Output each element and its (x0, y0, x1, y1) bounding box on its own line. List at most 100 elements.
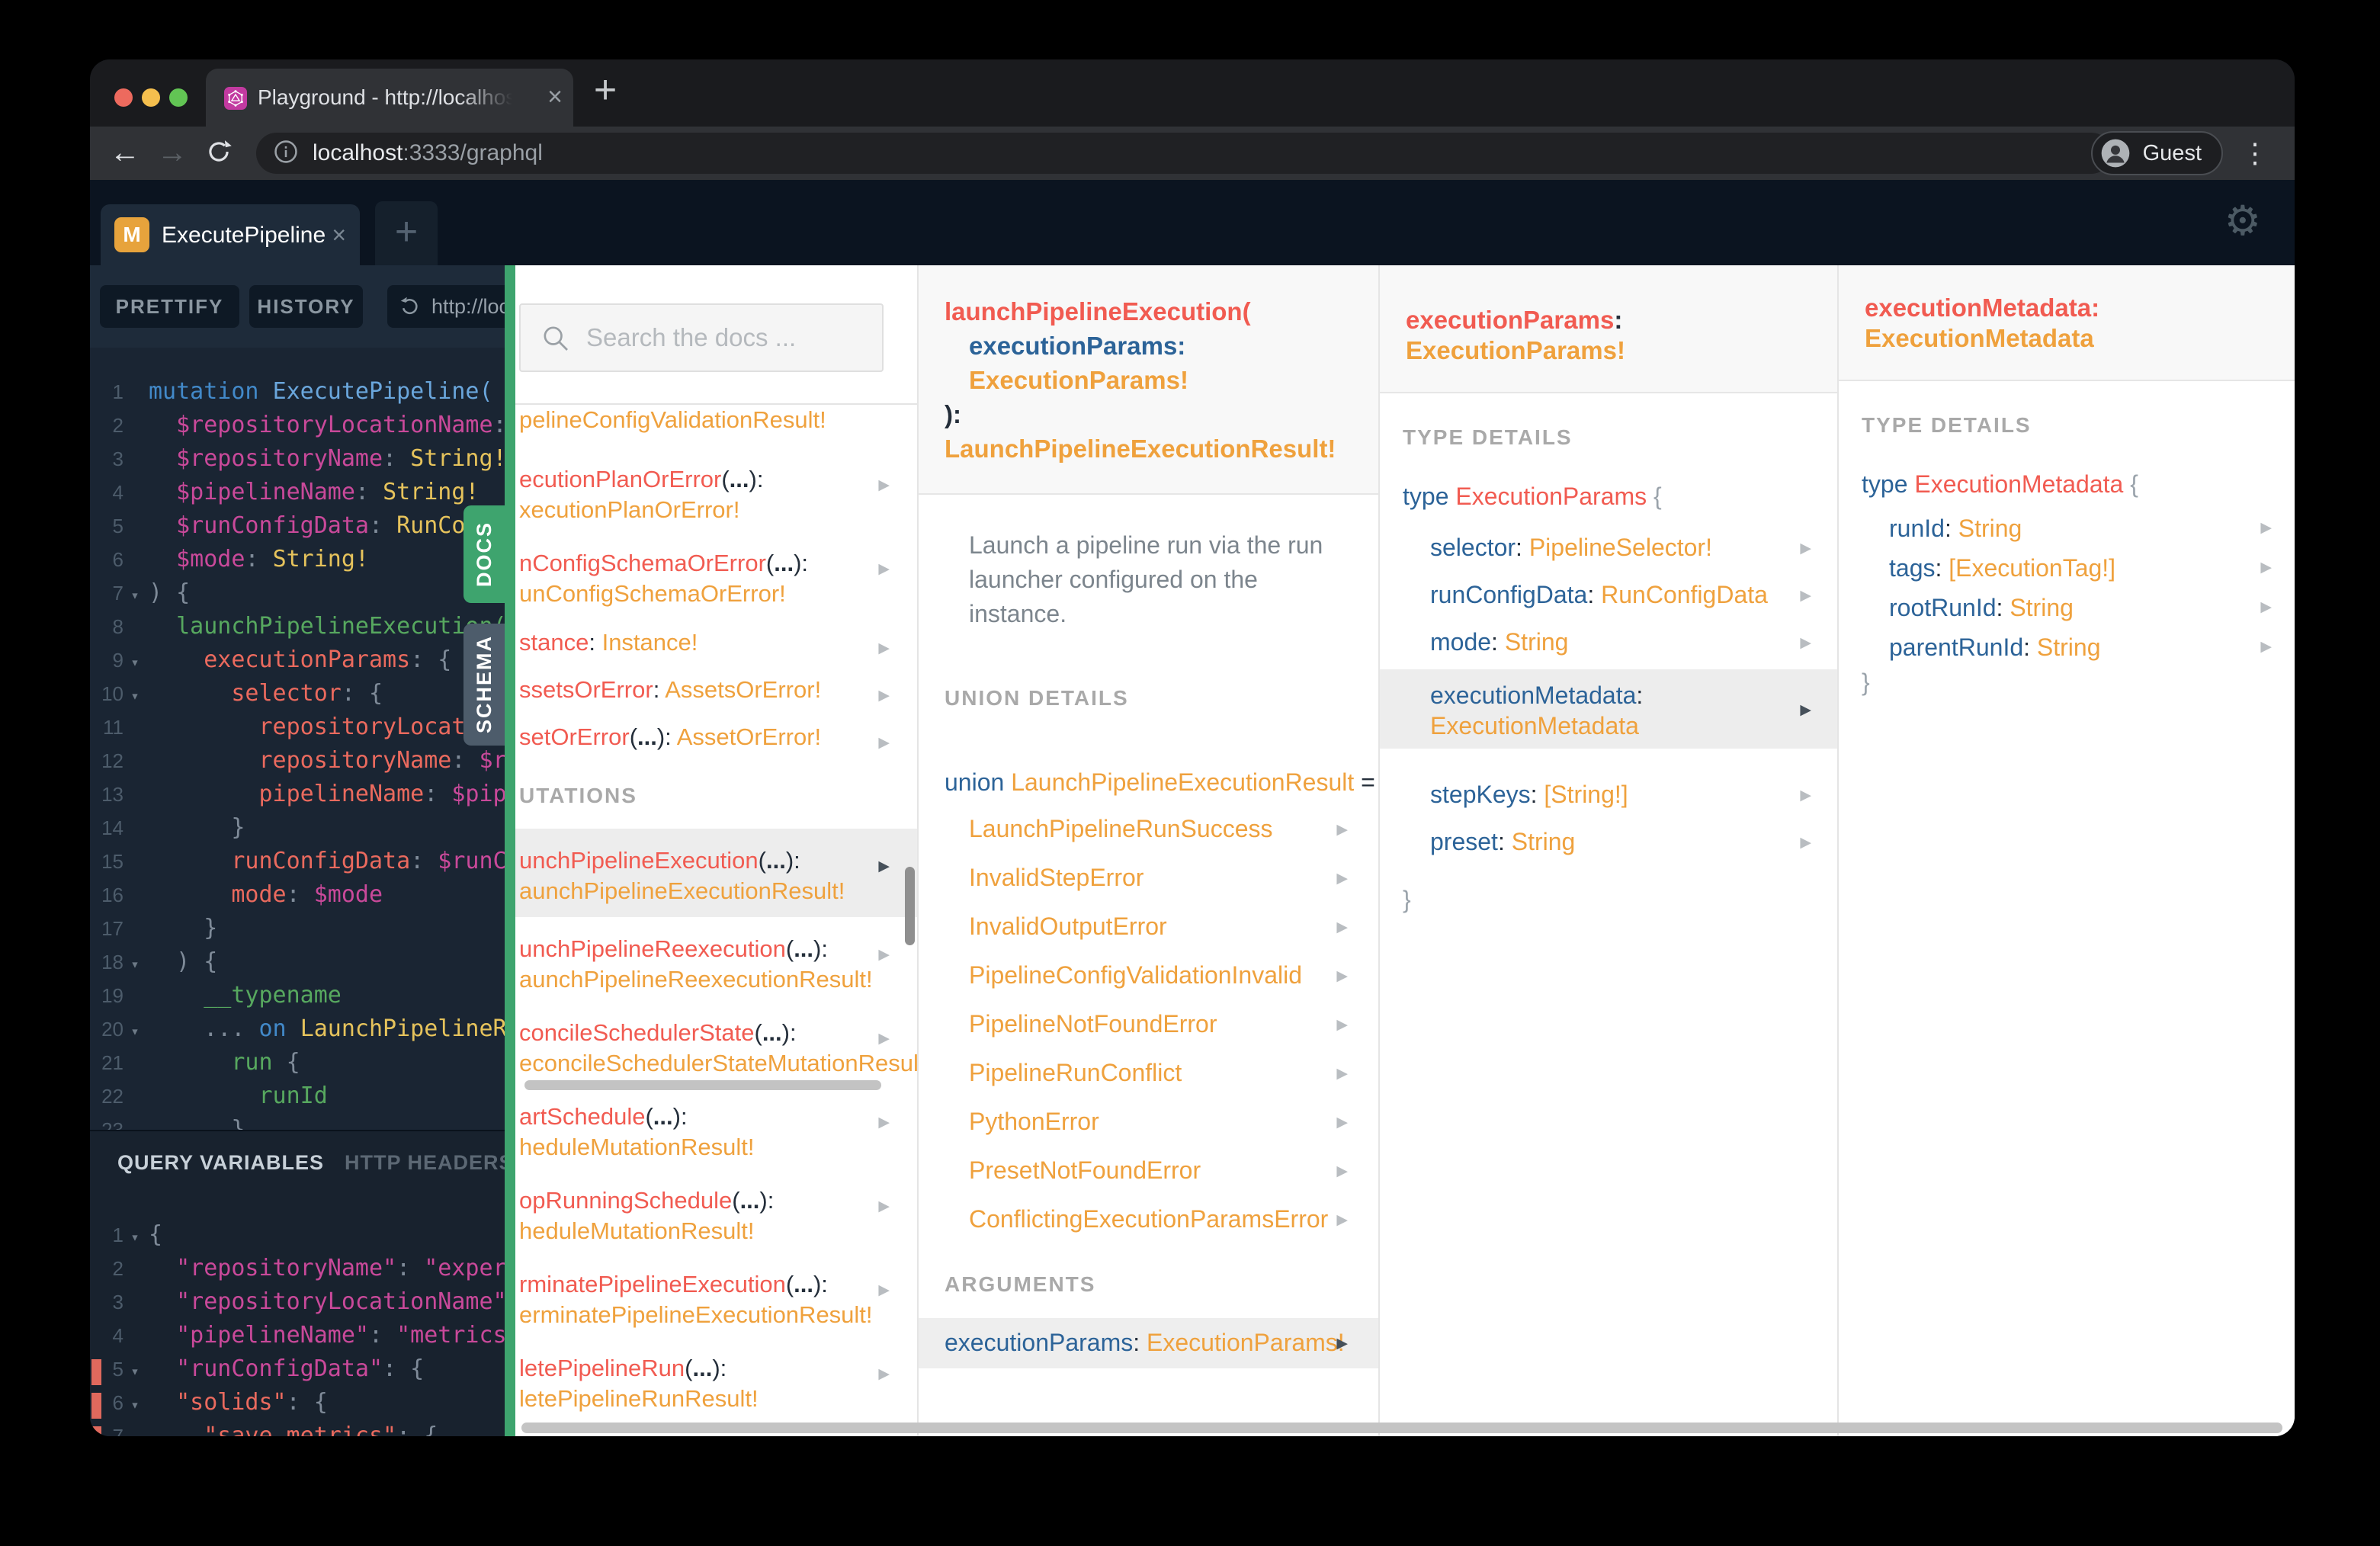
code-line[interactable]: 6 $mode: String! (90, 546, 505, 579)
traffic-light-zoom-button[interactable] (169, 88, 188, 107)
union-member-item[interactable]: InvalidOutputError ▶ (919, 905, 1378, 954)
profile-chip[interactable]: Guest (2090, 131, 2223, 175)
playground-tab-close-icon[interactable]: × (332, 221, 346, 249)
code-line[interactable]: 1 ▾{ (90, 1221, 505, 1255)
code-line[interactable]: 18 ▾ ) { (90, 948, 505, 982)
type-field-row[interactable]: mode: String ▶ (1380, 622, 1837, 669)
browser-tab[interactable]: Playground - http://localhost:3 × (206, 69, 573, 127)
docs-item[interactable]: concileSchedulerState(...): econcileSched… (515, 1001, 917, 1085)
tab-query-variables[interactable]: QUERY VARIABLES (117, 1151, 324, 1175)
query-editor[interactable]: 1 mutation ExecutePipeline(2 $repositoryL… (90, 348, 505, 1130)
code-line[interactable]: 5 $runConfigData: RunConfigData! (90, 512, 505, 546)
code-line[interactable]: 11 repositoryLocationName: $repositoryLo… (90, 714, 505, 747)
docs-item[interactable]: stance: Instance! ▶ (515, 615, 917, 662)
code-line[interactable]: 23 } (90, 1116, 505, 1130)
code-line[interactable]: 19 __typename (90, 982, 505, 1015)
code-line[interactable]: 15 runConfigData: $runConfigData (90, 848, 505, 881)
code-line[interactable]: 1 mutation ExecutePipeline( (90, 378, 505, 412)
code-line[interactable]: 5 ▾ "runConfigData": { (90, 1355, 505, 1389)
address-bar[interactable]: localhost:3333/graphql (256, 133, 2112, 174)
code-line[interactable]: 2 "repositoryName": "exper (90, 1255, 505, 1288)
union-member-item[interactable]: PresetNotFoundError ▶ (919, 1149, 1378, 1198)
union-member-item[interactable]: ConflictingExecutionParamsError ▶ (919, 1198, 1378, 1246)
union-member-item[interactable]: PipelineNotFoundError ▶ (919, 1002, 1378, 1051)
history-button[interactable]: HISTORY (249, 285, 363, 328)
endpoint-url-box[interactable]: http://loc (387, 285, 505, 328)
forward-button[interactable]: → (157, 136, 188, 169)
traffic-light-close-button[interactable] (114, 88, 133, 107)
docs-search-input[interactable] (586, 305, 876, 370)
field-signature-header: launchPipelineExecution(executionParams:… (919, 265, 1378, 495)
code-line[interactable]: 7▾ "save_metrics": { (90, 1423, 505, 1436)
code-line[interactable]: 20▾ ... on LaunchPipelineRunSuccess (90, 1015, 505, 1049)
docs-item[interactable]: opRunningSchedule(...): heduleMutationRes… (515, 1169, 917, 1253)
variables-editor[interactable]: 1 ▾{2 "repositoryName": "exper 3 "reposito… (90, 1186, 505, 1436)
union-member-item[interactable]: LaunchPipelineRunSuccess ▶ (919, 807, 1378, 856)
browser-menu-button[interactable]: ⋮ (2241, 137, 2269, 169)
docs-search-box[interactable] (519, 303, 884, 372)
code-line[interactable]: 22 runId (90, 1083, 505, 1116)
new-browser-tab-button[interactable]: + (584, 70, 627, 113)
docs-item[interactable]: unchPipelineReexecution(...): aunchPipeli… (515, 917, 917, 1001)
type-field-row[interactable]: rootRunId: String ▶ (1839, 589, 2295, 629)
browser-tab-close-icon[interactable]: × (547, 82, 563, 112)
code-line[interactable]: 3 $repositoryName: String! (90, 445, 505, 479)
reload-button[interactable] (204, 137, 233, 173)
chevron-right-icon: ▶ (878, 1031, 890, 1047)
union-member-item[interactable]: PipelineConfigValidationInvalid ▶ (919, 954, 1378, 1002)
docs-vertical-scrollbar[interactable] (905, 867, 915, 945)
tab-title-fade (457, 69, 526, 127)
docs-item[interactable]: ecutionPlanOrError(...): xecutionPlanOrEr… (515, 447, 917, 531)
back-button[interactable]: ← (110, 136, 140, 169)
code-line[interactable]: 10 ▾ selector: { (90, 680, 505, 714)
docs-item[interactable]: letePipelineRun(...): letePipelineRunResu… (515, 1336, 917, 1420)
union-member-item[interactable]: PythonError ▶ (919, 1100, 1378, 1149)
code-line[interactable]: 13 pipelineName: $pipelineName (90, 781, 505, 814)
code-line[interactable]: 6 ▾ "solids": { (90, 1389, 505, 1423)
new-playground-tab-button[interactable]: + (375, 201, 438, 265)
schema-side-tab[interactable]: SCHEMA (463, 624, 505, 746)
argument-row-selected[interactable]: executionParams: ExecutionParams! ▶ (919, 1318, 1378, 1368)
code-line[interactable]: 2 $repositoryLocationName: String! (90, 412, 505, 445)
code-line[interactable]: 4 $pipelineName: String! (90, 479, 505, 512)
playground-tab[interactable]: M ExecutePipeline × (101, 204, 360, 265)
type-field-row[interactable]: preset: String ▶ (1380, 822, 1837, 869)
code-line[interactable]: 7 ▾) { (90, 579, 505, 613)
docs-item[interactable]: ssetsOrError: AssetsOrError! ▶ (515, 662, 917, 710)
docs-horizontal-scrollbar[interactable] (521, 1423, 2282, 1433)
prettify-button[interactable]: PRETTIFY (100, 285, 239, 328)
docs-item[interactable]: nConfigSchemaOrError(...): unConfigSchema… (515, 531, 917, 615)
docs-col3-decl: type ExecutionParams { (1403, 483, 1662, 510)
type-field-row[interactable]: runId: String ▶ (1839, 510, 2295, 550)
variables-lines: 1 ▾{2 "repositoryName": "exper 3 "reposito… (90, 1221, 505, 1436)
docs-item[interactable]: setOrError(...): AssetOrError! ▶ (515, 710, 917, 757)
code-line[interactable]: 12 repositoryName: $repositoryName (90, 747, 505, 781)
chevron-right-icon: ▶ (2260, 520, 2272, 536)
type-field-row[interactable]: parentRunId: String ▶ (1839, 629, 2295, 669)
field-row-selected[interactable]: executionMetadata: ExecutionMetadata ▶ (1380, 669, 1837, 749)
code-line[interactable]: 4 "pipelineName": "metrics (90, 1322, 505, 1355)
code-line[interactable]: 9 ▾ executionParams: { (90, 646, 505, 680)
docs-item[interactable]: unchPipelineExecution(...): aunchPipeline… (515, 829, 917, 917)
docs-item[interactable]: artSchedule(...): heduleMutationResult! ▶ (515, 1085, 917, 1169)
union-member-item[interactable]: InvalidStepError ▶ (919, 856, 1378, 905)
docs-side-tab[interactable]: DOCS (463, 505, 505, 603)
traffic-light-minimize-button[interactable] (142, 88, 160, 107)
settings-gear-icon[interactable]: ⚙ (2224, 197, 2261, 245)
tab-http-headers[interactable]: HTTP HEADERS (345, 1151, 505, 1175)
docs-item[interactable]: rminatePipelineExecution(...): erminatePi… (515, 1253, 917, 1336)
info-icon[interactable] (273, 139, 299, 168)
union-member-item[interactable]: PipelineRunConflict ▶ (919, 1051, 1378, 1100)
code-line[interactable]: 21 run { (90, 1049, 505, 1083)
type-field-row[interactable]: stepKeys: [String!] ▶ (1380, 775, 1837, 822)
code-line[interactable]: 17 } (90, 915, 505, 948)
code-line[interactable]: 3 "repositoryLocationName": (90, 1288, 505, 1322)
code-line[interactable]: 14 } (90, 814, 505, 848)
code-line[interactable]: 16 mode: $mode (90, 881, 505, 915)
type-field-row[interactable]: selector: PipelineSelector! ▶ (1380, 528, 1837, 575)
type-field-row[interactable]: tags: [ExecutionTag!] ▶ (1839, 550, 2295, 589)
chevron-right-icon: ▶ (1336, 1163, 1348, 1179)
playground-main: PRETTIFY HISTORY http://loc 1 mutation Ex… (90, 265, 2295, 1436)
code-line[interactable]: 8 launchPipelineExecution( (90, 613, 505, 646)
type-field-row[interactable]: runConfigData: RunConfigData ▶ (1380, 575, 1837, 622)
